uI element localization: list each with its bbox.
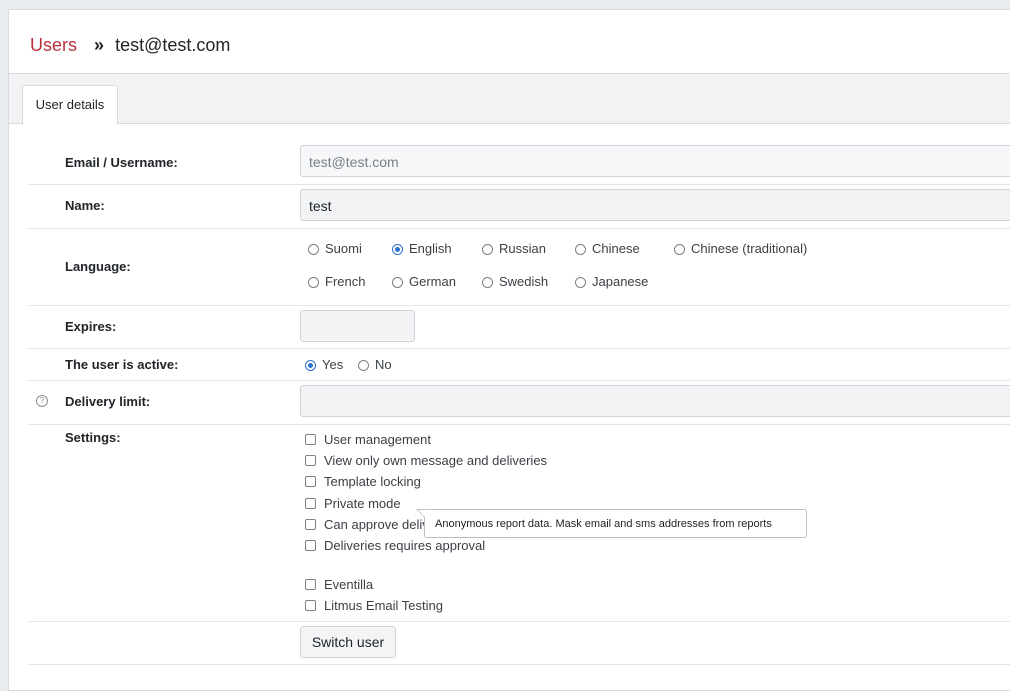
private-mode-tooltip: Anonymous report data. Mask email and sm…	[416, 509, 807, 538]
radio-checked-icon	[305, 360, 316, 371]
user-details-panel: Users » test@test.com User details Email…	[8, 9, 1010, 691]
settings-label: Settings:	[65, 430, 121, 445]
delivery-limit-label: Delivery limit:	[65, 394, 151, 409]
radio-icon	[575, 277, 586, 288]
language-option-label: Swedish	[499, 274, 549, 289]
email-label: Email / Username:	[65, 155, 178, 170]
language-row: Language: Suomi English Russian Chinese …	[28, 229, 1010, 306]
radio-icon	[392, 277, 403, 288]
expires-field[interactable]	[300, 310, 415, 342]
name-field[interactable]: test	[300, 189, 1010, 221]
setting-label: Private mode	[324, 496, 401, 511]
language-option-suomi[interactable]: Suomi	[308, 241, 362, 257]
checkbox-icon	[305, 600, 316, 611]
language-label: Language:	[65, 259, 131, 274]
breadcrumb: Users » test@test.com	[30, 34, 230, 56]
checkbox-icon	[305, 434, 316, 445]
breadcrumb-separator: »	[94, 35, 105, 55]
setting-label: Deliveries requires approval	[324, 538, 486, 553]
setting-label: Litmus Email Testing	[324, 598, 443, 613]
language-option-english[interactable]: English	[392, 241, 452, 257]
radio-icon	[308, 277, 319, 288]
language-option-french[interactable]: French	[308, 274, 365, 290]
language-option-label: German	[409, 274, 456, 289]
radio-icon	[674, 244, 685, 255]
language-option-label: French	[325, 274, 366, 289]
checkbox-icon	[305, 519, 316, 530]
radio-icon	[482, 244, 493, 255]
radio-icon	[575, 244, 586, 255]
checkbox-icon	[305, 498, 316, 509]
language-option-label: English	[409, 241, 452, 256]
name-row: Name: test	[28, 185, 1010, 229]
language-option-swedish[interactable]: Swedish	[482, 274, 548, 290]
setting-private-mode[interactable]: Private mode	[305, 496, 401, 512]
setting-label: Eventilla	[324, 577, 374, 592]
radio-icon	[358, 360, 369, 371]
setting-label: Template locking	[324, 474, 421, 489]
language-option-chinese[interactable]: Chinese	[575, 241, 640, 257]
setting-eventilla[interactable]: Eventilla	[305, 577, 373, 593]
setting-user-management[interactable]: User management	[305, 432, 431, 448]
radio-icon	[482, 277, 493, 288]
language-option-german[interactable]: German	[392, 274, 456, 290]
language-option-japanese[interactable]: Japanese	[575, 274, 648, 290]
language-option-russian[interactable]: Russian	[482, 241, 546, 257]
expires-row: Expires:	[28, 306, 1010, 349]
setting-view-own[interactable]: View only own message and deliveries	[305, 453, 547, 469]
radio-icon	[308, 244, 319, 255]
checkbox-icon	[305, 579, 316, 590]
tab-user-details[interactable]: User details	[22, 85, 118, 125]
active-option-no[interactable]: No	[358, 357, 392, 373]
checkbox-icon	[305, 540, 316, 551]
breadcrumb-users-link[interactable]: Users	[30, 35, 77, 55]
language-option-label: Russian	[499, 241, 546, 256]
setting-requires-approval[interactable]: Deliveries requires approval	[305, 538, 485, 554]
active-row: The user is active: Yes No	[28, 349, 1010, 381]
expires-label: Expires:	[65, 319, 117, 334]
tab-bar: User details	[9, 74, 1010, 125]
active-label: The user is active:	[65, 357, 179, 372]
language-option-label: Japanese	[592, 274, 649, 289]
active-yes-label: Yes	[322, 357, 344, 372]
checkbox-icon	[305, 455, 316, 466]
page-header: Users » test@test.com	[9, 10, 1010, 74]
page-title: test@test.com	[115, 35, 231, 55]
language-option-chinese-traditional[interactable]: Chinese (traditional)	[674, 241, 807, 257]
name-label: Name:	[65, 198, 105, 213]
help-icon[interactable]: ?	[36, 395, 48, 407]
delivery-limit-row: ? Delivery limit:	[28, 381, 1010, 425]
delivery-limit-field[interactable]	[300, 385, 1010, 417]
setting-label: View only own message and deliveries	[324, 453, 548, 468]
language-option-label: Suomi	[325, 241, 362, 256]
active-option-yes[interactable]: Yes	[305, 357, 343, 373]
language-option-label: Chinese (traditional)	[691, 241, 808, 256]
active-no-label: No	[375, 357, 392, 372]
email-field: test@test.com	[300, 145, 1010, 177]
setting-litmus[interactable]: Litmus Email Testing	[305, 598, 443, 614]
setting-label: User management	[324, 432, 431, 447]
radio-checked-icon	[392, 244, 403, 255]
switch-user-button[interactable]: Switch user	[300, 626, 396, 658]
checkbox-icon	[305, 476, 316, 487]
setting-template-locking[interactable]: Template locking	[305, 474, 421, 490]
language-option-label: Chinese	[592, 241, 640, 256]
email-row: Email / Username: test@test.com	[28, 141, 1010, 185]
actions-row: Switch user	[28, 622, 1010, 665]
